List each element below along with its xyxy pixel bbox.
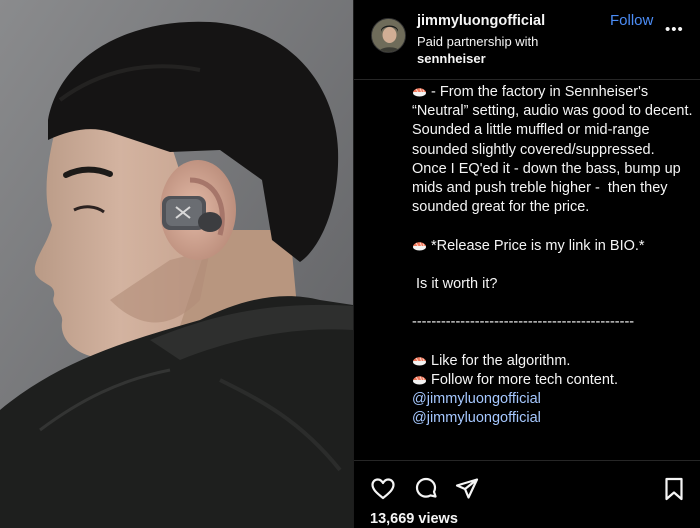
caption-paragraph-1: - From the factory in Sennheiser's “Neut…: [412, 83, 694, 217]
send-icon[interactable]: [454, 476, 480, 502]
follow-button[interactable]: Follow: [610, 12, 653, 29]
caption-divider: ----------------------------------------…: [412, 314, 635, 331]
comment-icon[interactable]: [413, 476, 439, 502]
instagram-post: jimmyluongofficial Paid partnership with…: [0, 0, 700, 528]
mention-link[interactable]: @jimmyluongofficial: [412, 390, 694, 409]
avatar-image: [372, 19, 405, 52]
heart-icon[interactable]: [370, 476, 396, 502]
post-actions-bar: 13,669 views: [354, 460, 700, 528]
post-header: jimmyluongofficial Paid partnership with…: [354, 0, 700, 80]
sushi-icon: [412, 239, 427, 251]
caption-text-5: Follow for more tech content.: [431, 371, 618, 388]
sushi-icon: [412, 354, 427, 366]
caption-text-2: *Release Price is my link in BIO.*: [431, 237, 645, 254]
caption-paragraph-2: *Release Price is my link in BIO.*: [412, 237, 694, 256]
bookmark-icon[interactable]: [661, 476, 687, 502]
caption-text-1: - From the factory in Sennheiser's “Neut…: [412, 84, 693, 216]
post-caption: - From the factory in Sennheiser's “Neut…: [412, 83, 694, 460]
partner-link[interactable]: sennheiser: [417, 51, 486, 66]
post-details-panel: jimmyluongofficial Paid partnership with…: [353, 0, 700, 528]
more-options-icon[interactable]: •••: [665, 22, 684, 37]
caption-text-4: Like for the algorithm.: [431, 352, 571, 369]
sushi-icon: [412, 373, 427, 385]
view-count: 13,669 views: [370, 511, 458, 527]
mention-link[interactable]: @jimmyluongofficial: [412, 409, 694, 428]
man-with-earbud-photo: [0, 0, 353, 528]
username-link[interactable]: jimmyluongofficial: [417, 13, 545, 29]
caption-paragraph-4: Like for the algorithm.: [412, 352, 694, 371]
user-avatar[interactable]: [371, 18, 406, 53]
post-photo[interactable]: [0, 0, 353, 528]
sushi-icon: [412, 85, 427, 97]
caption-paragraph-3: Is it worth it?: [412, 276, 498, 292]
paid-partnership-label: Paid partnership with: [417, 34, 539, 49]
caption-paragraph-5: Follow for more tech content.: [412, 371, 694, 390]
